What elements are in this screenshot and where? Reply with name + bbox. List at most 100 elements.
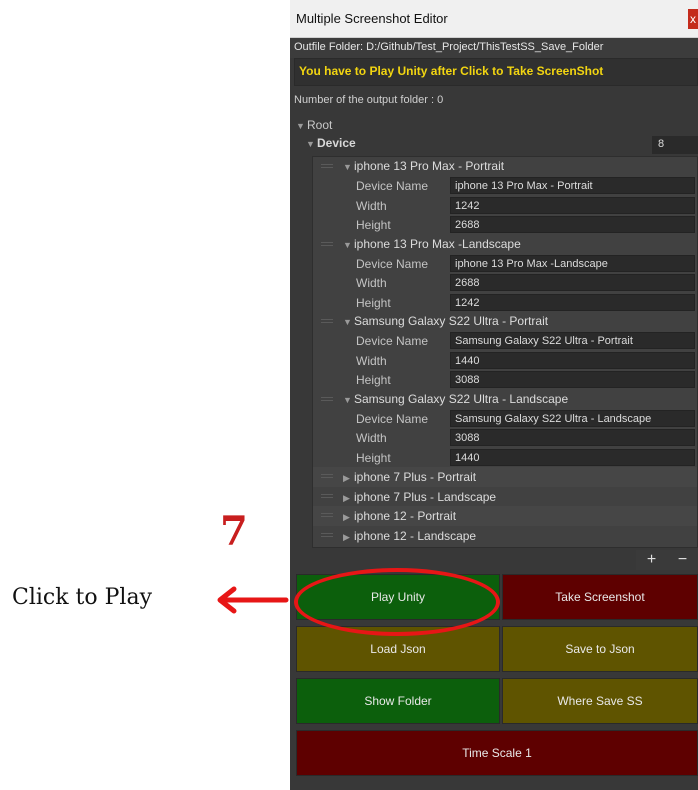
width-input[interactable]: 1440 bbox=[450, 351, 695, 369]
list-item[interactable]: ▶ iphone 7 Plus - Portrait bbox=[313, 467, 697, 487]
height-label: Height bbox=[356, 450, 391, 465]
foldout-collapsed-icon: ▶ bbox=[343, 473, 350, 483]
height-input[interactable]: 3088 bbox=[450, 371, 695, 388]
play-unity-button[interactable]: Play Unity bbox=[296, 574, 500, 620]
height-input[interactable]: 1440 bbox=[450, 448, 695, 466]
device-entry-title: iphone 12 - Portrait bbox=[354, 509, 457, 523]
arrow-left-icon bbox=[217, 586, 289, 614]
foldout-expanded-icon: ▼ bbox=[343, 394, 352, 405]
list-item: ▼ iphone 13 Pro Max - Portrait Device Nam… bbox=[313, 157, 697, 235]
foldout-expanded-icon: ▼ bbox=[343, 317, 352, 327]
device-list: ▼ iphone 13 Pro Max - Portrait Device Nam… bbox=[312, 156, 698, 548]
device-entry-title: iphone 13 Pro Max -Landscape bbox=[354, 236, 521, 251]
width-row: Width 1242 bbox=[313, 196, 697, 216]
height-row: Height 1242 bbox=[313, 293, 697, 313]
device-name-label: Device Name bbox=[356, 411, 429, 426]
device-name-input[interactable]: Samsung Galaxy S22 Ultra - Portrait bbox=[450, 332, 695, 349]
remove-item-button[interactable]: − bbox=[678, 551, 687, 569]
drag-handle-icon[interactable] bbox=[321, 513, 333, 517]
foldout-collapsed-icon: ▶ bbox=[343, 492, 350, 503]
height-label: Height bbox=[356, 218, 391, 232]
width-label: Width bbox=[356, 431, 387, 445]
screenshot-editor-window: Multiple Screenshot Editor x Outfile Fol… bbox=[290, 0, 698, 790]
annotation-label: Click to Play bbox=[12, 585, 153, 610]
device-tree: ▼ Root ▼ Device 8 ▼ iphone 13 Pro Max - Por… bbox=[290, 112, 698, 570]
list-item: ▼ Samsung Galaxy S22 Ultra - Landscape De… bbox=[313, 390, 697, 468]
width-input[interactable]: 3088 bbox=[450, 429, 695, 446]
device-name-label: Device Name bbox=[356, 256, 429, 271]
width-row: Width 3088 bbox=[313, 428, 697, 448]
device-name-row: Device Name Samsung Galaxy S22 Ultra - L… bbox=[313, 409, 697, 429]
device-entry-title: Samsung Galaxy S22 Ultra - Portrait bbox=[354, 314, 549, 328]
drag-handle-icon[interactable] bbox=[321, 319, 333, 323]
time-scale-button[interactable]: Time Scale 1 bbox=[296, 730, 698, 776]
height-label: Height bbox=[356, 373, 391, 387]
list-item[interactable]: ▶ iphone 12 - Portrait bbox=[313, 506, 697, 526]
device-name-row: Device Name iphone 13 Pro Max - Portrait bbox=[313, 176, 697, 196]
device-name-input[interactable]: iphone 13 Pro Max - Portrait bbox=[450, 177, 695, 194]
device-entry-title: iphone 13 Pro Max - Portrait bbox=[354, 159, 505, 173]
root-label: Root bbox=[307, 118, 333, 132]
width-input[interactable]: 1242 bbox=[450, 196, 695, 214]
play-warning-message: You have to Play Unity after Click to Ta… bbox=[294, 58, 698, 86]
device-name-row: Device Name iphone 13 Pro Max -Landscape bbox=[313, 254, 697, 274]
height-row: Height 2688 bbox=[313, 215, 697, 235]
foldout-collapsed-icon: ▶ bbox=[343, 531, 350, 542]
width-label: Width bbox=[356, 198, 387, 213]
device-name-row: Device Name Samsung Galaxy S22 Ultra - P… bbox=[313, 331, 697, 351]
drag-handle-icon[interactable] bbox=[321, 396, 333, 401]
width-row: Width 2688 bbox=[313, 273, 697, 293]
foldout-expanded-icon: ▼ bbox=[343, 162, 352, 172]
output-folder-count: Number of the output folder : 0 bbox=[294, 94, 444, 106]
device-entry-header[interactable]: ▼ iphone 13 Pro Max -Landscape bbox=[313, 235, 697, 254]
step-number: 7 bbox=[220, 508, 248, 555]
device-name-input[interactable]: Samsung Galaxy S22 Ultra - Landscape bbox=[450, 409, 695, 427]
take-screenshot-button[interactable]: Take Screenshot bbox=[502, 574, 698, 620]
device-count-field[interactable]: 8 bbox=[652, 136, 698, 154]
add-item-button[interactable]: + bbox=[647, 551, 656, 569]
where-save-ss-button[interactable]: Where Save SS bbox=[502, 678, 698, 724]
device-entry-header[interactable]: ▼ Samsung Galaxy S22 Ultra - Landscape bbox=[313, 390, 697, 409]
height-row: Height 3088 bbox=[313, 370, 697, 390]
device-entry-title: iphone 7 Plus - Portrait bbox=[354, 470, 477, 484]
title-bar: Multiple Screenshot Editor x bbox=[290, 0, 698, 38]
height-label: Height bbox=[356, 295, 391, 310]
height-row: Height 1440 bbox=[313, 448, 697, 468]
list-item[interactable]: ▶ iphone 12 - Landscape bbox=[313, 526, 697, 546]
foldout-collapsed-icon: ▶ bbox=[343, 512, 350, 522]
list-item: ▼ iphone 13 Pro Max -Landscape Device Nam… bbox=[313, 235, 697, 313]
device-name-input[interactable]: iphone 13 Pro Max -Landscape bbox=[450, 254, 695, 272]
device-name-label: Device Name bbox=[356, 334, 429, 348]
save-to-json-button[interactable]: Save to Json bbox=[502, 626, 698, 672]
width-label: Width bbox=[356, 353, 387, 368]
list-item: ▼ Samsung Galaxy S22 Ultra - Portrait Dev… bbox=[313, 312, 697, 390]
drag-handle-icon[interactable] bbox=[321, 474, 333, 478]
drag-handle-icon[interactable] bbox=[321, 241, 333, 246]
width-label: Width bbox=[356, 276, 387, 290]
load-json-button[interactable]: Load Json bbox=[296, 626, 500, 672]
root-foldout[interactable]: ▼ Root bbox=[296, 118, 332, 132]
list-item[interactable]: ▶ iphone 7 Plus - Landscape bbox=[313, 487, 697, 507]
foldout-expanded-icon: ▼ bbox=[343, 239, 352, 250]
drag-handle-icon[interactable] bbox=[321, 532, 333, 537]
drag-handle-icon[interactable] bbox=[321, 493, 333, 498]
device-name-label: Device Name bbox=[356, 179, 429, 193]
height-input[interactable]: 2688 bbox=[450, 216, 695, 233]
foldout-expanded-icon: ▼ bbox=[296, 121, 305, 131]
drag-handle-icon[interactable] bbox=[321, 164, 333, 168]
width-input[interactable]: 2688 bbox=[450, 274, 695, 291]
device-entry-title: iphone 12 - Landscape bbox=[354, 528, 477, 543]
outfile-folder-label: Outfile Folder: D:/Github/Test_Project/T… bbox=[290, 38, 698, 58]
device-entry-title: Samsung Galaxy S22 Ultra - Landscape bbox=[354, 391, 569, 406]
device-entry-header[interactable]: ▼ Samsung Galaxy S22 Ultra - Portrait bbox=[313, 312, 697, 331]
list-add-remove: + − bbox=[636, 550, 698, 570]
device-label: Device bbox=[317, 136, 356, 150]
close-icon[interactable]: x bbox=[688, 9, 698, 29]
height-input[interactable]: 1242 bbox=[450, 293, 695, 311]
window-title: Multiple Screenshot Editor bbox=[296, 11, 448, 26]
device-foldout[interactable]: ▼ Device 8 bbox=[306, 136, 698, 154]
show-folder-button[interactable]: Show Folder bbox=[296, 678, 500, 724]
foldout-expanded-icon: ▼ bbox=[306, 139, 315, 149]
device-entry-title: iphone 7 Plus - Landscape bbox=[354, 489, 497, 504]
device-entry-header[interactable]: ▼ iphone 13 Pro Max - Portrait bbox=[313, 157, 697, 176]
